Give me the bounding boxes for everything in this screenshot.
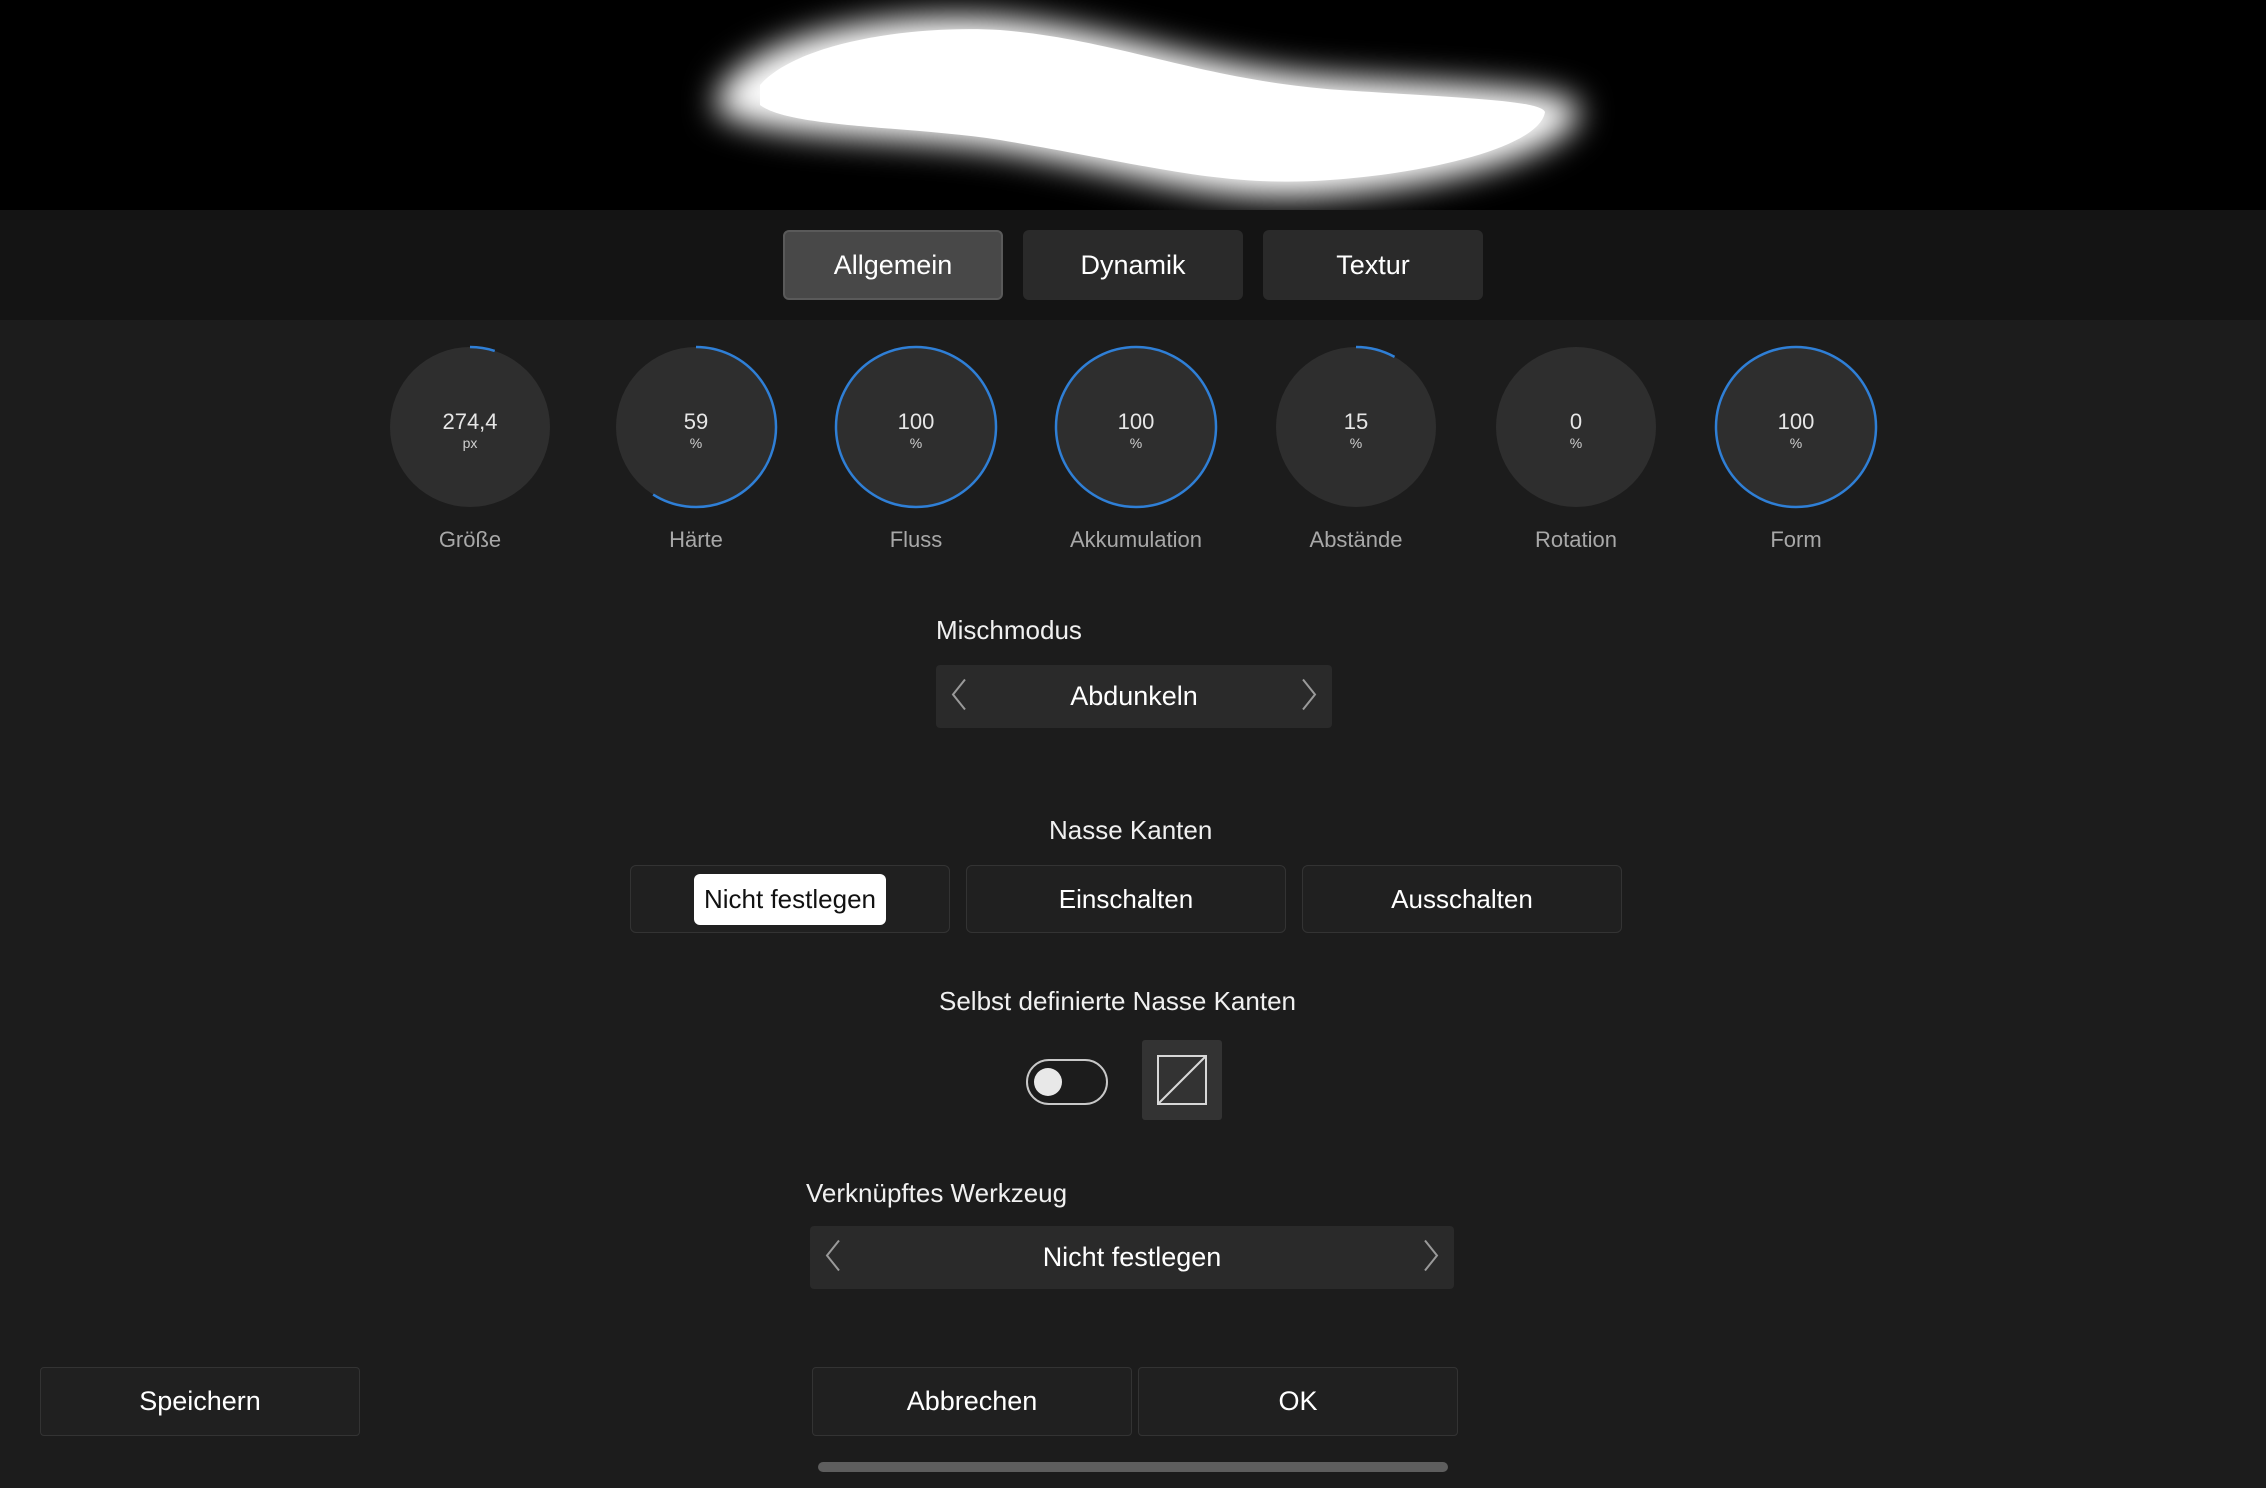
- wet-edges-option-label: Ausschalten: [1391, 883, 1533, 914]
- dial-akkumulation[interactable]: 100 % Akkumulation: [1036, 345, 1236, 560]
- dial-label: Härte: [669, 527, 723, 552]
- dial-unit: %: [689, 435, 703, 451]
- blend-mode-stepper[interactable]: Abdunkeln: [936, 665, 1332, 728]
- chevron-right-icon[interactable]: [1422, 1238, 1440, 1277]
- dial-value: 15: [1343, 409, 1369, 434]
- dial-rotation[interactable]: 0 % Rotation: [1476, 345, 1676, 560]
- dial-unit: %: [1349, 435, 1363, 451]
- dial-knob[interactable]: 0 %: [1494, 345, 1658, 509]
- tab-textur[interactable]: Textur: [1263, 230, 1483, 300]
- tab-dynamik[interactable]: Dynamik: [1023, 230, 1243, 300]
- dial-label: Rotation: [1535, 527, 1617, 552]
- dial-label: Akkumulation: [1069, 527, 1203, 552]
- wet-edges-label: Nasse Kanten: [1049, 815, 1213, 845]
- home-indicator[interactable]: [818, 1462, 1448, 1472]
- dial-label: Form: [1770, 527, 1822, 552]
- blend-mode-label: Mischmodus: [936, 615, 1082, 645]
- dial-form[interactable]: 100 % Form: [1696, 345, 1896, 560]
- curve-icon: [1157, 1055, 1207, 1105]
- dial-value: 0: [1569, 409, 1583, 434]
- dial-knob[interactable]: 15 %: [1274, 345, 1438, 509]
- dial-value: 100: [1777, 409, 1815, 434]
- chevron-left-icon[interactable]: [824, 1238, 842, 1277]
- brush-stroke-preview-image: [715, 16, 1580, 197]
- dial-value: 100: [1117, 409, 1155, 434]
- brush-preview: [0, 0, 2266, 210]
- wet-edges-option-nicht-festlegen[interactable]: Nicht festlegen: [630, 865, 950, 933]
- chevron-right-icon[interactable]: [1300, 677, 1318, 716]
- dial-value: 100: [897, 409, 935, 434]
- linked-tool-stepper[interactable]: Nicht festlegen: [810, 1226, 1454, 1289]
- toggle-knob: [1034, 1068, 1062, 1096]
- wet-edges-option-label: Nicht festlegen: [694, 873, 886, 925]
- dial-abstaende[interactable]: 15 % Abstände: [1256, 345, 1456, 560]
- wet-edges-option-ausschalten[interactable]: Ausschalten: [1302, 865, 1622, 933]
- dial-unit: %: [1569, 435, 1583, 451]
- chevron-left-icon[interactable]: [950, 677, 968, 716]
- dial-value: 274,4: [442, 409, 498, 434]
- dial-knob[interactable]: 100 %: [1054, 345, 1218, 509]
- blend-mode-value: Abdunkeln: [1070, 681, 1198, 711]
- dial-label: Größe: [438, 527, 502, 552]
- wet-edges-option-einschalten[interactable]: Einschalten: [966, 865, 1286, 933]
- dial-haerte[interactable]: 59 % Härte: [596, 345, 796, 560]
- cancel-button[interactable]: Abbrechen: [812, 1367, 1132, 1436]
- dial-knob[interactable]: 100 %: [834, 345, 998, 509]
- dial-knob[interactable]: 274,4 px: [388, 345, 552, 509]
- custom-wet-edges-label: Selbst definierte Nasse Kanten: [939, 986, 1296, 1016]
- dial-knob[interactable]: 59 %: [614, 345, 778, 509]
- wet-edges-option-label: Einschalten: [1058, 883, 1194, 914]
- dial-unit: px: [462, 435, 478, 451]
- dial-unit: %: [1789, 435, 1803, 451]
- linked-tool-label: Verknüpftes Werkzeug: [806, 1178, 1068, 1208]
- dial-label: Fluss: [889, 527, 943, 552]
- dial-unit: %: [909, 435, 923, 451]
- tab-allgemein[interactable]: Allgemein: [783, 230, 1003, 300]
- dial-unit: %: [1129, 435, 1143, 451]
- linked-tool-value: Nicht festlegen: [1042, 1242, 1222, 1272]
- curve-editor-button[interactable]: [1142, 1040, 1222, 1120]
- dial-value: 59: [683, 409, 709, 434]
- save-button[interactable]: Speichern: [40, 1367, 360, 1436]
- dial-fluss[interactable]: 100 % Fluss: [816, 345, 1016, 560]
- dial-label: Abstände: [1309, 527, 1403, 552]
- tab-bar: Allgemein Dynamik Textur: [0, 210, 2266, 320]
- custom-wet-edges-toggle[interactable]: [1026, 1059, 1108, 1105]
- ok-button[interactable]: OK: [1138, 1367, 1458, 1436]
- dial-groesse[interactable]: 274,4 px Größe: [370, 345, 570, 560]
- dial-knob[interactable]: 100 %: [1714, 345, 1878, 509]
